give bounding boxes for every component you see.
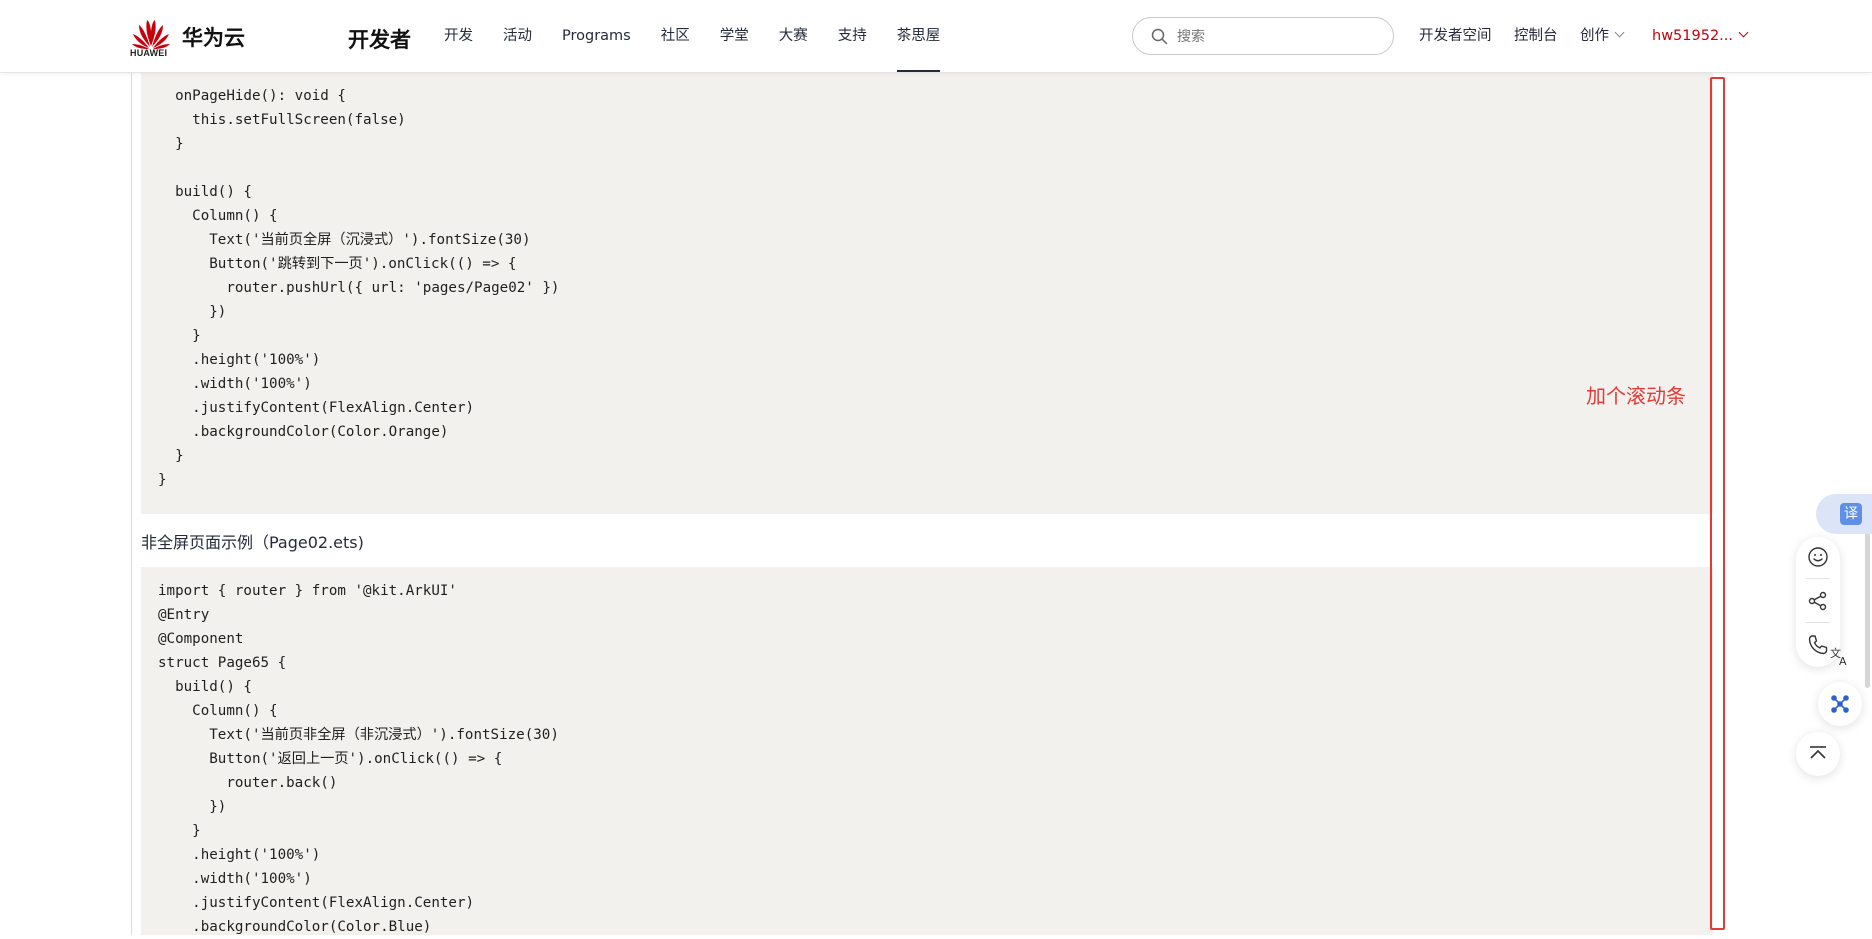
code-line: .width('100%') [158, 376, 312, 392]
ai-assistant-button[interactable] [1818, 682, 1862, 726]
code-line: } [158, 823, 201, 839]
divider [1806, 578, 1830, 579]
code-line: @Component [158, 631, 244, 647]
ai-assistant-icon [1831, 695, 1849, 713]
logo-wordmark: HUAWEI [130, 48, 168, 58]
section-title[interactable]: 开发者 [348, 24, 411, 54]
nav-item-community[interactable]: 社区 [661, 0, 690, 72]
code-block: onPageHide(): void { this.setFullScreen(… [141, 72, 1713, 514]
code-line: .justifyContent(FlexAlign.Center) [158, 895, 475, 911]
translate-icon: 译 [1840, 503, 1862, 525]
console-link[interactable]: 控制台 [1514, 0, 1558, 72]
search-icon [1151, 28, 1168, 45]
section-caption: 非全屏页面示例（Page02.ets) [141, 533, 364, 552]
nav-item-teahouse[interactable]: 茶思屋 [896, 0, 940, 72]
code-line: Text('当前页非全屏（非沉浸式）').fontSize(30) [158, 727, 559, 743]
back-to-top-button[interactable] [1796, 732, 1840, 776]
code-line: build() { [158, 184, 252, 200]
code-line: router.pushUrl({ url: 'pages/Page02' }) [158, 280, 560, 296]
code-line: } [158, 328, 201, 344]
code-line: } [158, 472, 167, 488]
content-left-border [131, 72, 132, 935]
divider [1806, 622, 1830, 623]
search-input[interactable] [1175, 26, 1379, 48]
code-line: Button('跳转到下一页').onClick(() => { [158, 256, 517, 272]
code-line: }) [158, 799, 227, 815]
code-line: Text('当前页全屏（沉浸式）').fontSize(30) [158, 232, 531, 248]
svg-text:A: A [1839, 655, 1847, 667]
nav-item-programs[interactable]: Programs [562, 0, 631, 72]
code-line: struct Page65 { [158, 655, 287, 671]
code-line: .backgroundColor(Color.Orange) [158, 424, 449, 440]
code-line: }) [158, 304, 227, 320]
nav-item-academy[interactable]: 学堂 [720, 0, 749, 72]
username: hw51952... [1652, 28, 1734, 44]
create-label: 创作 [1580, 28, 1609, 44]
chevron-down-icon [1614, 27, 1625, 38]
code-line: Button('返回上一页').onClick(() => { [158, 751, 503, 767]
code-line: } [158, 136, 184, 152]
nav-item-develop[interactable]: 开发 [444, 0, 473, 72]
translate-ai-icon[interactable]: 文 A [1829, 645, 1851, 667]
code-line: .justifyContent(FlexAlign.Center) [158, 400, 475, 416]
back-to-top-icon [1810, 746, 1826, 759]
nav-item-contest[interactable]: 大赛 [779, 0, 808, 72]
code-line: .height('100%') [158, 352, 321, 368]
annotation-box [1710, 77, 1725, 930]
main-nav: 开发 活动 Programs 社区 学堂 大赛 支持 茶思屋 [444, 0, 970, 72]
code-line: this.setFullScreen(false) [158, 112, 406, 128]
code-line: .height('100%') [158, 847, 321, 863]
dev-space-link[interactable]: 开发者空间 [1419, 0, 1492, 72]
nav-item-support[interactable]: 支持 [838, 0, 867, 72]
translate-button[interactable]: 译 [1816, 494, 1872, 534]
smiley-icon[interactable] [1806, 545, 1830, 569]
code-line: Column() { [158, 703, 278, 719]
user-menu[interactable]: hw51952... [1652, 0, 1749, 72]
code-line: router.back() [158, 775, 338, 791]
code-line: } [158, 448, 184, 464]
code-line: .width('100%') [158, 871, 312, 887]
code-line: @Entry [158, 607, 210, 623]
code-line: import { router } from '@kit.ArkUI' [158, 583, 457, 599]
code-line: onPageHide(): void { [158, 88, 346, 104]
nav-item-events[interactable]: 活动 [503, 0, 532, 72]
code-line: .backgroundColor(Color.Blue) [158, 919, 432, 935]
brand-name[interactable]: 华为云 [182, 22, 245, 52]
code-line: Column() { [158, 208, 278, 224]
annotation-text: 加个滚动条 [1586, 384, 1686, 408]
share-icon[interactable] [1806, 589, 1830, 613]
top-navbar: HUAWEI 华为云 开发者 开发 活动 Programs 社区 学堂 大赛 支… [0, 0, 1872, 73]
phone-icon[interactable] [1806, 633, 1830, 657]
code-line: build() { [158, 679, 252, 695]
code-block: import { router } from '@kit.ArkUI' @Entr… [141, 567, 1713, 935]
chevron-down-icon [1738, 27, 1749, 38]
create-menu[interactable]: 创作 [1580, 0, 1625, 72]
search-box[interactable] [1132, 17, 1394, 55]
